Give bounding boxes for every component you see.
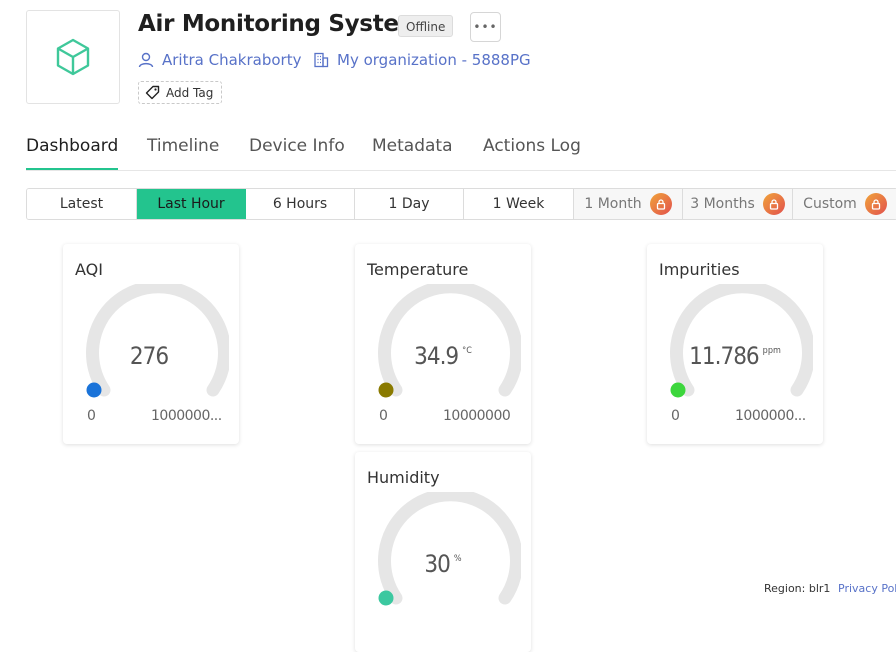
gauge-unit: ppm	[762, 346, 781, 356]
user-icon	[138, 52, 154, 68]
more-options-button[interactable]: •••	[470, 12, 501, 42]
page-title: Air Monitoring System	[138, 11, 423, 37]
gauge-value: 11.786 ppm	[647, 342, 823, 370]
widget-humidity[interactable]: Humidity 30%	[355, 452, 531, 652]
gauge-max: 1000000...	[735, 408, 806, 424]
region-label: Region: blr1	[764, 582, 831, 595]
widget-temperature[interactable]: Temperature 34.9 °C 0 10000000	[355, 244, 531, 444]
lock-icon	[762, 193, 785, 215]
gauge-unit: °C	[462, 346, 472, 356]
building-icon	[314, 52, 329, 68]
tab-dashboard[interactable]: Dashboard	[26, 136, 119, 170]
range-custom-label: Custom	[803, 196, 857, 212]
gauge-value-number: 30	[424, 550, 450, 578]
add-tag-label: Add Tag	[166, 85, 214, 100]
tab-bar: Dashboard Timeline Device Info Metadata …	[26, 136, 896, 171]
widget-aqi[interactable]: AQI 276 0 1000000...	[63, 244, 239, 444]
range-6-hours-button[interactable]: 6 Hours	[246, 189, 355, 219]
gauge-dot	[670, 382, 686, 398]
organization-name: My organization - 5888PG	[337, 51, 531, 69]
organization-link[interactable]: My organization - 5888PG	[313, 51, 531, 69]
gauge-value: 34.9 °C	[355, 342, 531, 370]
gauge-min: 0	[87, 408, 96, 424]
device-image[interactable]	[26, 10, 120, 104]
add-tag-button[interactable]: Add Tag	[138, 81, 223, 104]
tab-timeline[interactable]: Timeline	[147, 136, 219, 170]
range-3-months-button[interactable]: 3 Months	[683, 189, 793, 219]
tab-actions-log[interactable]: Actions Log	[483, 136, 581, 170]
gauge-value-number: 34.9	[414, 342, 459, 370]
gauge-dot	[378, 590, 394, 606]
gauge-value: 30%	[355, 550, 531, 578]
gauge-value-number: 11.786	[689, 342, 760, 370]
range-3-months-label: 3 Months	[690, 196, 755, 212]
widget-impurities[interactable]: Impurities 11.786 ppm 0 1000000...	[647, 244, 823, 444]
tab-metadata[interactable]: Metadata	[372, 136, 453, 170]
gauge-value-number: 276	[129, 342, 169, 370]
gauge-min: 0	[671, 408, 680, 424]
cube-icon	[56, 38, 90, 76]
lock-icon	[649, 193, 672, 215]
tag-icon	[145, 85, 160, 100]
range-1-month-button[interactable]: 1 Month	[574, 189, 683, 219]
privacy-policy-link[interactable]: Privacy Pol	[838, 582, 896, 595]
tab-device-info[interactable]: Device Info	[249, 136, 345, 170]
range-last-hour-button[interactable]: Last Hour	[137, 189, 246, 219]
gauge-unit: %	[453, 554, 462, 564]
gauge-dot	[86, 382, 102, 398]
gauge-max: 10000000	[443, 408, 511, 424]
time-range-selector: Latest Last Hour 6 Hours 1 Day 1 Week 1 …	[26, 188, 896, 220]
gauge-value: 276	[63, 342, 239, 370]
range-custom-button[interactable]: Custom	[793, 189, 896, 219]
lock-icon	[864, 193, 887, 215]
range-1-week-button[interactable]: 1 Week	[464, 189, 574, 219]
range-1-day-button[interactable]: 1 Day	[355, 189, 464, 219]
gauge-min: 0	[379, 408, 388, 424]
gauge-max: 1000000...	[151, 408, 222, 424]
status-badge: Offline	[398, 15, 454, 37]
owner-link[interactable]: Aritra Chakraborty	[138, 51, 301, 69]
range-latest-button[interactable]: Latest	[27, 189, 137, 219]
gauge-dot	[378, 382, 394, 398]
range-1-month-label: 1 Month	[584, 196, 642, 212]
owner-name: Aritra Chakraborty	[162, 51, 302, 69]
